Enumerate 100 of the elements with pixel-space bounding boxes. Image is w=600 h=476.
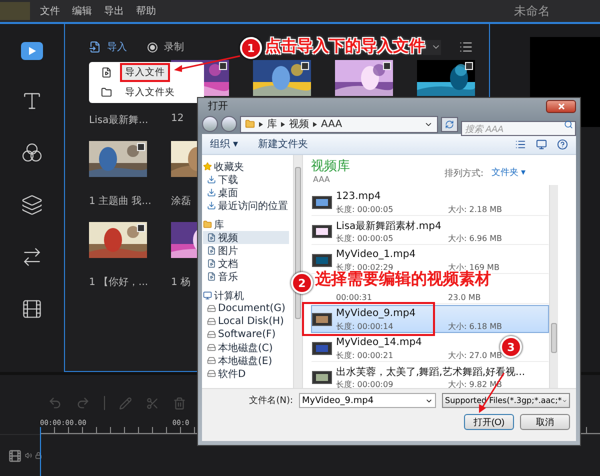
- search-field[interactable]: 搜索 AAA: [461, 121, 576, 136]
- transition-icon[interactable]: [21, 246, 43, 268]
- file-size: 大小: 6.96 MB: [448, 233, 503, 244]
- view-icon[interactable]: [515, 138, 526, 150]
- select-checkbox[interactable]: [137, 143, 145, 151]
- film-icon[interactable]: [21, 298, 43, 320]
- select-checkbox[interactable]: [383, 62, 391, 70]
- lock-icon[interactable]: [35, 452, 42, 459]
- file-row[interactable]: MyVideo_9.mp4 长度: 00:00:14 大小: 6.18 MB: [311, 305, 549, 333]
- nav-item[interactable]: Local Disk(H): [203, 315, 289, 328]
- nav-item[interactable]: 音乐: [203, 270, 289, 283]
- refresh-button[interactable]: [441, 116, 458, 132]
- media-tab-icon[interactable]: [21, 42, 43, 60]
- layers-icon[interactable]: [21, 194, 43, 216]
- file-name: MyVideo_1.mp4: [336, 249, 416, 260]
- nav-item[interactable]: 本地磁盘(E): [203, 354, 289, 367]
- clip-label: 1 【你好，...: [89, 276, 148, 289]
- menu-item[interactable]: 导出: [98, 4, 130, 18]
- nav-item[interactable]: 本地磁盘(C): [203, 341, 289, 354]
- nav-item[interactable]: 库: [203, 218, 289, 231]
- menu-item[interactable]: 导入文件夹: [122, 85, 178, 100]
- record-tab[interactable]: 录制: [164, 40, 184, 54]
- file-row[interactable]: 123.mp4 长度: 00:00:05 大小: 2.18 MB: [311, 188, 549, 216]
- filename-field[interactable]: MyVideo_9.mp4: [299, 393, 436, 408]
- breadcrumb[interactable]: 库: [267, 117, 277, 131]
- menu-item[interactable]: 编辑: [66, 4, 98, 18]
- annotation-text: 点击导入下的导入文件: [265, 38, 425, 54]
- toolbar-button[interactable]: 新建文件夹: [258, 137, 308, 151]
- nav-item[interactable]: 图片: [203, 244, 289, 257]
- preview-pane-icon[interactable]: [536, 138, 547, 150]
- file-name: Lisa最新舞蹈素材.mp4: [336, 220, 442, 232]
- record-icon[interactable]: [147, 42, 158, 52]
- scrollbar[interactable]: [549, 185, 558, 388]
- nav-item[interactable]: 最近访问的位置: [203, 199, 289, 212]
- video-file-icon: [312, 254, 332, 266]
- menu-item[interactable]: 文件: [34, 4, 66, 18]
- nav-item[interactable]: 桌面: [203, 186, 289, 199]
- star-icon: [203, 162, 212, 171]
- library-title: 视频库: [311, 158, 350, 175]
- video-file-icon: [312, 342, 332, 354]
- filter-icon[interactable]: [21, 142, 43, 164]
- drive-icon: [207, 317, 216, 326]
- select-checkbox[interactable]: [219, 62, 227, 70]
- nav-item[interactable]: 视频: [203, 231, 289, 244]
- file-length: 长度: 00:00:21: [336, 350, 394, 361]
- clip-label: 12: [171, 113, 184, 124]
- open-button[interactable]: 打开(O): [464, 414, 514, 430]
- dialog-title: 打开: [208, 100, 228, 113]
- toolbar-button[interactable]: 组织 ▾: [210, 137, 238, 151]
- search-icon[interactable]: [564, 120, 573, 128]
- nav-item[interactable]: Software(F): [203, 328, 289, 341]
- sort-dropdown[interactable]: [423, 40, 441, 54]
- file-type-select[interactable]: Supported Files(*.3gp;*.aac;*: [442, 393, 570, 408]
- file-size: 23.0 MB: [448, 293, 482, 302]
- address-bar[interactable]: 库 视频 AAA: [240, 116, 438, 132]
- file-length: 长度: 00:00:14: [336, 321, 394, 332]
- file-length: 长度: 00:00:05: [336, 204, 394, 215]
- import-icon[interactable]: [89, 41, 101, 53]
- nav-item[interactable]: Document(G): [203, 302, 289, 315]
- help-icon[interactable]: [557, 138, 568, 150]
- forward-button[interactable]: [221, 116, 237, 132]
- select-checkbox[interactable]: [301, 62, 309, 70]
- import-tab[interactable]: 导入: [107, 40, 127, 54]
- file-length: 长度: 00:00:05: [336, 233, 394, 244]
- sort-dropdown[interactable]: 文件夹 ▾: [491, 166, 526, 179]
- file-row[interactable]: Lisa最新舞蹈素材.mp4 长度: 00:00:05 大小: 6.96 MB: [311, 217, 549, 245]
- select-checkbox[interactable]: [465, 62, 473, 70]
- project-title: 未命名: [514, 2, 550, 20]
- sort-label: 排列方式:: [444, 168, 484, 180]
- annotation-text: 选择需要编辑的视频素材: [315, 271, 491, 287]
- breadcrumb[interactable]: AAA: [321, 118, 342, 130]
- chevron-icon[interactable]: [313, 122, 317, 126]
- select-checkbox[interactable]: [137, 224, 145, 232]
- file-icon: [101, 66, 112, 78]
- nav-item[interactable]: 收藏夹: [203, 160, 289, 173]
- file-size: 大小: 2.18 MB: [448, 204, 503, 215]
- breadcrumb[interactable]: 视频: [289, 117, 309, 131]
- menu-item[interactable]: 帮助: [130, 4, 162, 18]
- video-file-icon: [312, 224, 332, 238]
- list-view-icon[interactable]: [459, 40, 473, 54]
- nav-item[interactable]: 文档: [203, 257, 289, 270]
- refresh-icon: [445, 120, 454, 128]
- file-name: MyVideo_14.mp4: [336, 337, 422, 348]
- nav-item[interactable]: 软件D: [203, 367, 289, 380]
- chevron-icon[interactable]: [259, 122, 263, 126]
- menu-item[interactable]: 导入文件: [122, 64, 168, 80]
- file-size: 大小: 6.18 MB: [448, 321, 503, 332]
- file-name: 123.mp4: [336, 191, 381, 202]
- nav-item[interactable]: 计算机: [203, 289, 289, 302]
- clip-label: 涂磊: [171, 195, 191, 208]
- volume-icon[interactable]: [25, 452, 32, 459]
- drive-icon: [207, 304, 216, 313]
- chevron-icon[interactable]: [281, 122, 285, 126]
- text-icon[interactable]: [21, 90, 43, 112]
- computer-icon: [203, 291, 212, 300]
- back-button[interactable]: [202, 116, 218, 132]
- video-file-icon: [312, 370, 332, 384]
- nav-item[interactable]: 下载: [203, 173, 289, 186]
- cancel-button[interactable]: 取消: [520, 414, 570, 430]
- close-button[interactable]: [546, 100, 576, 112]
